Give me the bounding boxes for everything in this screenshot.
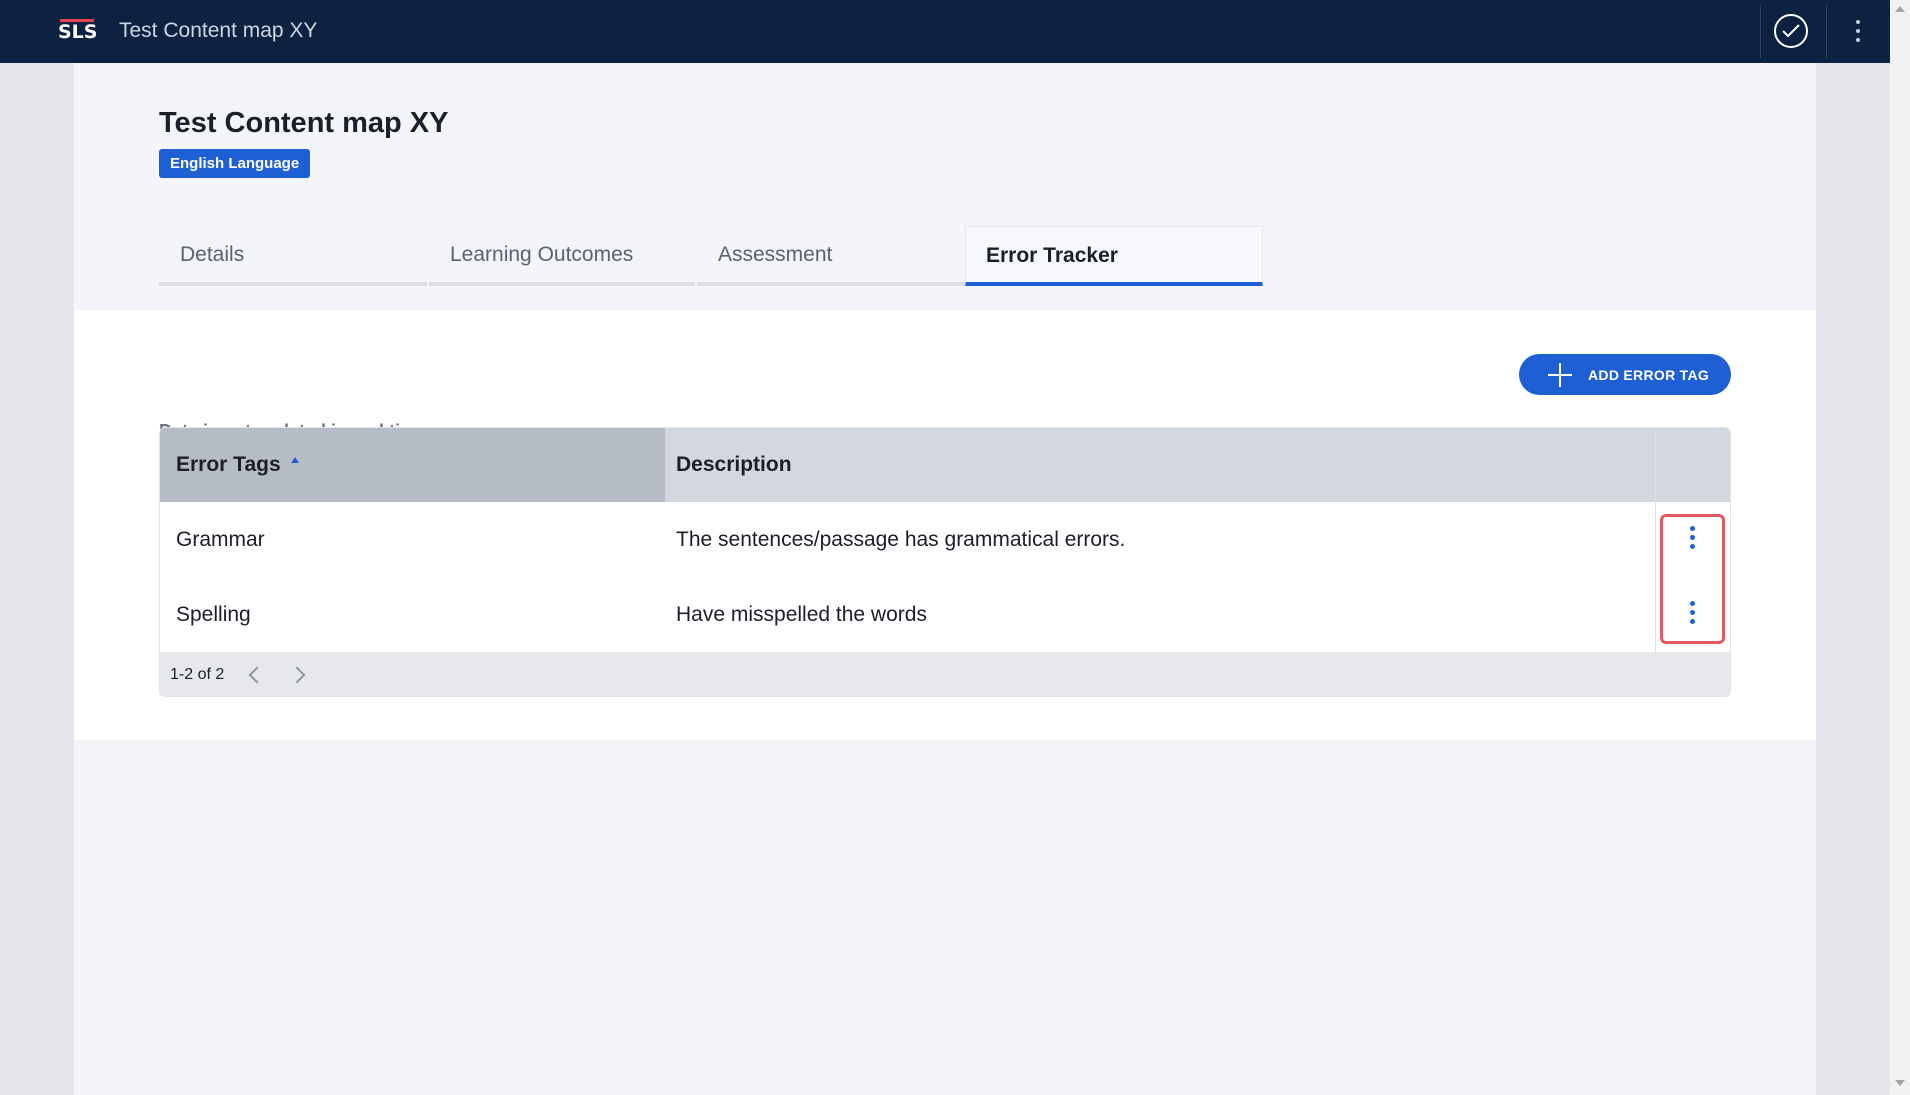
sort-ascending-icon [290,457,299,463]
add-error-tag-button[interactable]: ADD ERROR TAG [1519,354,1731,395]
description-cell: The sentences/passage has grammatical er… [676,528,1126,551]
divider [1760,5,1761,58]
table-header: Error Tags Description [160,428,1730,502]
plus-icon [1548,362,1572,387]
error-tracker-panel: Data is not updated in real time ADD ERR… [74,310,1816,740]
description-cell: Have misspelled the words [676,603,927,626]
subject-badge: English Language [159,149,311,178]
app-title: Test Content map XY [119,19,318,42]
table-row: Grammar The sentences/passage has gramma… [160,502,1730,577]
page-title: Test Content map XY [159,107,449,139]
column-header-error-tags[interactable]: Error Tags [160,428,665,502]
table-row: Spelling Have misspelled the words [160,577,1730,652]
table-footer: 1-2 of 2 [160,652,1730,696]
error-tag-cell: Spelling [176,603,251,626]
check-icon [1782,24,1800,38]
scroll-up-arrow-icon[interactable] [1895,6,1905,12]
more-vertical-icon[interactable] [1846,16,1870,46]
column-header-description: Description [676,453,792,476]
main-content: Test Content map XY English Language Det… [74,63,1816,1095]
top-bar: SLS Test Content map XY [0,0,1890,63]
error-tag-cell: Grammar [176,528,265,551]
tab-assessment[interactable]: Assessment [697,226,965,286]
vertical-scrollbar[interactable] [1890,0,1910,1095]
check-circle-icon[interactable] [1774,14,1808,48]
tab-details[interactable]: Details [159,226,427,286]
divider [1826,5,1827,58]
sls-logo[interactable]: SLS [58,19,98,44]
error-tags-table: Error Tags Description Grammar The sente… [159,427,1731,697]
tab-learning-outcomes[interactable]: Learning Outcomes [429,226,695,286]
chevron-right-icon[interactable] [288,666,306,684]
pagination-info: 1-2 of 2 [170,666,225,683]
scroll-down-arrow-icon[interactable] [1895,1080,1905,1086]
add-error-tag-label: ADD ERROR TAG [1588,366,1710,383]
tab-error-tracker[interactable]: Error Tracker [965,226,1263,286]
column-header-label: Error Tags [176,453,281,476]
chevron-left-icon[interactable] [248,666,266,684]
highlight-box [1660,514,1725,644]
